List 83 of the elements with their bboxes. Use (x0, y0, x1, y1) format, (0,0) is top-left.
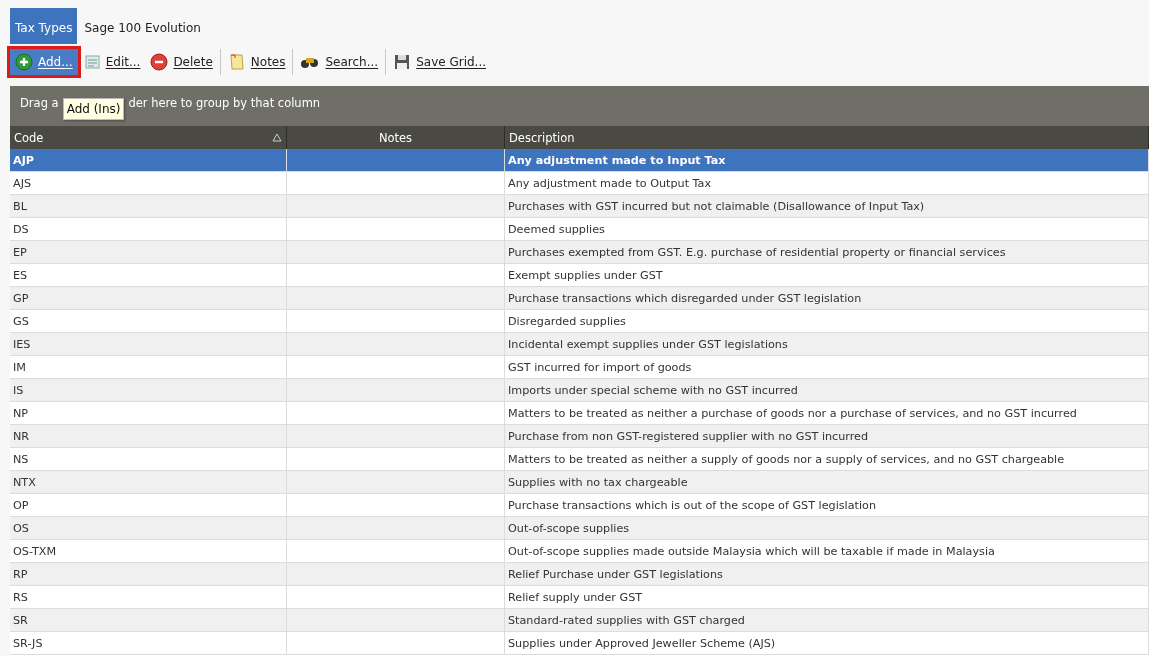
table-cell: Out-of-scope supplies (505, 517, 1149, 539)
table-row[interactable]: IM GST incurred for import of goods (10, 356, 1149, 379)
table-cell: EP (10, 241, 287, 263)
table-cell: DS (10, 218, 287, 240)
add-button[interactable]: Add... (10, 49, 78, 75)
table-cell: Purchases exempted from GST. E.g. purchase of residential property or financial services (505, 241, 1149, 263)
edit-button[interactable]: Edit... (77, 49, 146, 75)
table-cell: OS-TXM (10, 540, 287, 562)
table-cell: Incidental exempt supplies under GST legislations (505, 333, 1149, 355)
table-cell: OP (10, 494, 287, 516)
notes-button[interactable]: Notes (222, 49, 291, 75)
table-row[interactable]: AJS Any adjustment made to Output Tax (10, 172, 1149, 195)
table-row[interactable]: RP Relief Purchase under GST legislations (10, 563, 1149, 586)
table-cell: IM (10, 356, 287, 378)
table-cell: Supplies with no tax chargeable (505, 471, 1149, 493)
table-row[interactable]: IS Imports under special scheme with no GST incurred (10, 379, 1149, 402)
table-row[interactable]: NP Matters to be treated as neither a purchase of goods nor a purchase of services, and no GST incurred (10, 402, 1149, 425)
table-cell: RS (10, 586, 287, 608)
table-cell: SR-JS (10, 632, 287, 654)
table-cell: GP (10, 287, 287, 309)
table-cell: Relief Purchase under GST legislations (505, 563, 1149, 585)
table-cell: Disregarded supplies (505, 310, 1149, 332)
table-cell: Purchase transactions which is out of the scope of GST legislation (505, 494, 1149, 516)
table-row[interactable]: NTX Supplies with no tax chargeable (10, 471, 1149, 494)
document-icon (82, 53, 101, 71)
table-cell: AJS (10, 172, 287, 194)
table-row[interactable]: OS Out-of-scope supplies (10, 517, 1149, 540)
table-row[interactable]: GP Purchase transactions which disregarded under GST legislation (10, 287, 1149, 310)
table-cell: Any adjustment made to Input Tax (505, 149, 1149, 171)
table-row[interactable]: EP Purchases exempted from GST. E.g. purchase of residential property or financial services (10, 241, 1149, 264)
table-cell: NTX (10, 471, 287, 493)
tooltip: Add (Ins) (62, 98, 125, 120)
table-cell: NS (10, 448, 287, 470)
table-row[interactable]: NS Matters to be treated as neither a supply of goods nor a supply of services, and no GST chargeable (10, 448, 1149, 471)
table-cell: Matters to be treated as neither a supply of goods nor a supply of services, and no GST chargeable (505, 448, 1149, 470)
group-hint: der here to group by that column (128, 96, 321, 110)
tab[interactable]: Sage 100 Evolution (79, 8, 206, 44)
table-cell: Standard-rated supplies with GST charged (505, 609, 1149, 631)
table-cell: AJP (10, 149, 287, 171)
table-row[interactable]: NR Purchase from non GST-registered supplier with no GST incurred (10, 425, 1149, 448)
table-cell: Imports under special scheme with no GST incurred (505, 379, 1149, 401)
plus-icon (15, 53, 33, 71)
table-cell: Exempt supplies under GST (505, 264, 1149, 286)
table-row[interactable]: OS-TXM Out-of-scope supplies made outside Malaysia which will be taxable if made in Malaysia (10, 540, 1149, 563)
table-cell: SR (10, 609, 287, 631)
table-row[interactable]: OP Purchase transactions which is out of the scope of GST legislation (10, 494, 1149, 517)
table-cell: ES (10, 264, 287, 286)
note-icon (227, 53, 246, 71)
table-row[interactable]: AJP Any adjustment made to Input Tax (10, 149, 1149, 172)
table-row[interactable]: ES Exempt supplies under GST (10, 264, 1149, 287)
search-button[interactable]: Search... (295, 49, 384, 75)
group-hint: Drag a (20, 96, 59, 110)
table-cell: IS (10, 379, 287, 401)
table-cell: RP (10, 563, 287, 585)
table-row[interactable]: SR-JS Supplies under Approved Jeweller Scheme (AJS) (10, 632, 1149, 655)
floppy-icon (393, 53, 412, 71)
table-row[interactable]: DS Deemed supplies (10, 218, 1149, 241)
table-cell: Purchases with GST incurred but not claimable (Disallowance of Input Tax) (505, 195, 1149, 217)
table-row[interactable]: IES Incidental exempt supplies under GST legislations (10, 333, 1149, 356)
table-cell: NP (10, 402, 287, 424)
table-cell: BL (10, 195, 287, 217)
table-cell: Purchase transactions which disregarded under GST legislation (505, 287, 1149, 309)
delete-icon (150, 53, 169, 71)
table-cell: Relief supply under GST (505, 586, 1149, 608)
delete-button[interactable]: Delete (145, 49, 218, 75)
table-row[interactable]: GS Disregarded supplies (10, 310, 1149, 333)
tab[interactable]: Tax Types (10, 8, 78, 44)
table-row[interactable]: SR Standard-rated supplies with GST charged (10, 609, 1149, 632)
sort-icon (272, 133, 282, 142)
table-cell: Supplies under Approved Jeweller Scheme (AJS) (505, 632, 1149, 654)
table-row[interactable]: RS Relief supply under GST (10, 586, 1149, 609)
table-cell: IES (10, 333, 287, 355)
table-cell: GS (10, 310, 287, 332)
table-cell: OS (10, 517, 287, 539)
table-cell: Out-of-scope supplies made outside Malaysia which will be taxable if made in Malaysia (505, 540, 1149, 562)
table-cell: Any adjustment made to Output Tax (505, 172, 1149, 194)
table-cell: Matters to be treated as neither a purchase of goods nor a purchase of services, and no GST incurred (505, 402, 1149, 424)
save-button[interactable]: Save Grid... (388, 49, 492, 75)
table-cell: Deemed supplies (505, 218, 1149, 240)
table-row[interactable]: BL Purchases with GST incurred but not claimable (Disallowance of Input Tax) (10, 195, 1149, 218)
table-cell: Purchase from non GST-registered supplier with no GST incurred (505, 425, 1149, 447)
table-cell: NR (10, 425, 287, 447)
table-cell: GST incurred for import of goods (505, 356, 1149, 378)
